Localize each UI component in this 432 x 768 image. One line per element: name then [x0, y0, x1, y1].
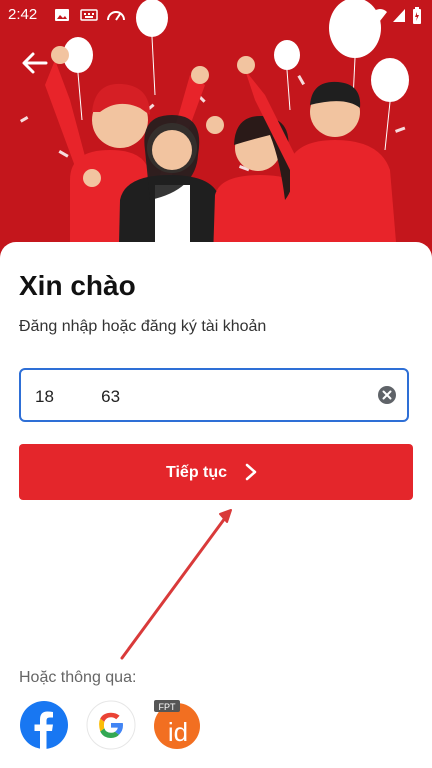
facebook-icon[interactable]	[19, 700, 69, 750]
phone-input[interactable]	[33, 382, 367, 412]
fpt-badge-text: FPT	[159, 702, 177, 712]
page-title: Xin chào	[19, 270, 136, 301]
phone-field[interactable]	[19, 368, 409, 422]
battery-icon	[413, 7, 421, 24]
speedometer-icon	[107, 11, 125, 21]
google-icon[interactable]	[86, 700, 136, 750]
signal-icon	[393, 9, 405, 22]
status-bar: 2:42	[0, 0, 432, 30]
keyboard-icon	[80, 9, 98, 21]
page-subtitle: Đăng nhập hoặc đăng ký tài khoản	[19, 318, 267, 335]
chevron-right-icon	[245, 463, 257, 481]
social-login-label: Hoặc thông qua:	[19, 669, 137, 686]
clear-icon[interactable]	[377, 385, 397, 405]
image-icon	[55, 9, 69, 21]
fpt-id-mark: id	[168, 717, 188, 747]
annotation-arrow	[120, 509, 232, 660]
wifi-icon	[373, 9, 387, 21]
continue-button-label: Tiếp tục	[166, 464, 228, 481]
continue-button[interactable]: Tiếp tục	[19, 444, 413, 500]
back-arrow-icon[interactable]	[18, 46, 52, 80]
status-time: 2:42	[8, 6, 38, 23]
fpt-id-icon[interactable]: FPT id	[152, 700, 202, 750]
